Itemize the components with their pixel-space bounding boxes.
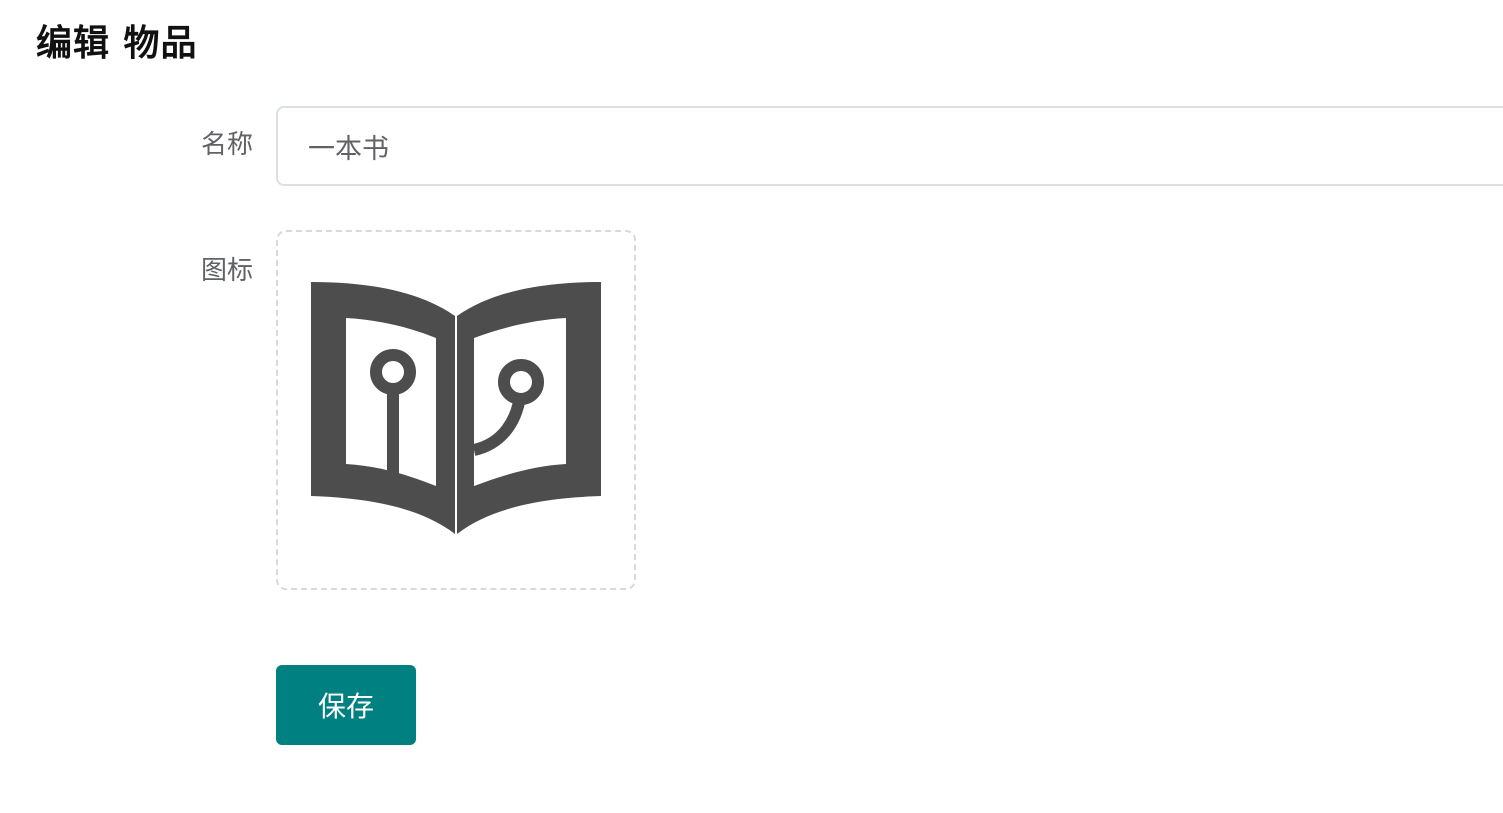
icon-label: 图标 bbox=[200, 256, 253, 286]
save-button[interactable]: 保存 bbox=[276, 665, 416, 745]
edit-item-page: 编辑 物品 名称 图标 bbox=[0, 0, 1503, 813]
icon-uploader[interactable] bbox=[276, 230, 636, 590]
name-label: 名称 bbox=[200, 130, 253, 160]
page-title: 编辑 物品 bbox=[36, 23, 198, 64]
name-input[interactable] bbox=[276, 106, 1503, 186]
open-book-circuit-icon bbox=[311, 282, 601, 534]
